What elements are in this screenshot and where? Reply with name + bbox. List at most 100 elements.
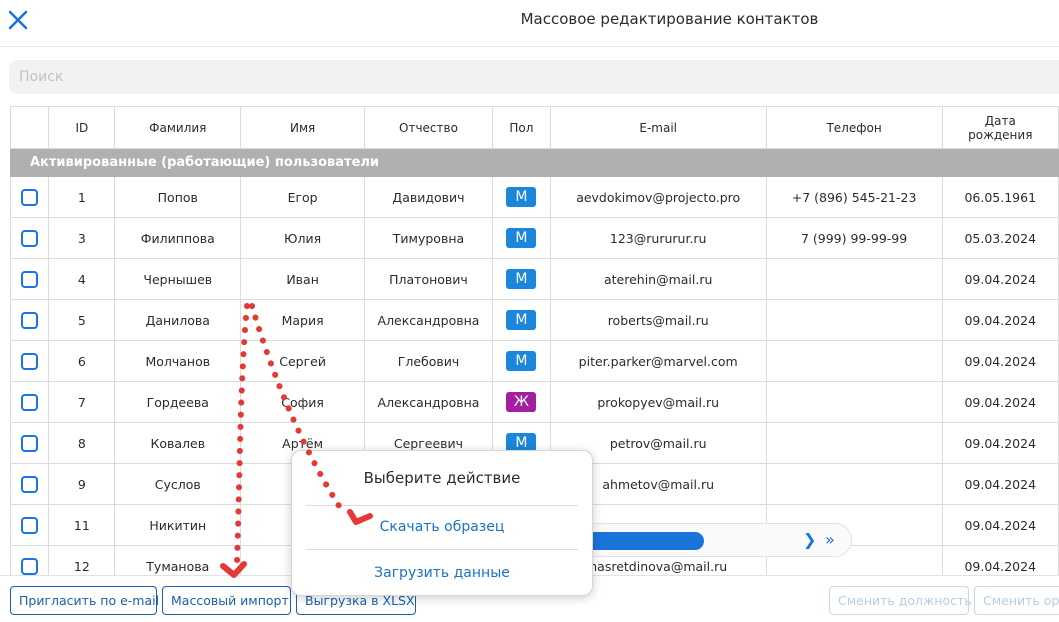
table-row[interactable]: 4 Чернышев Иван Платонович Мaterehin@mail.ru… xyxy=(9,258,1059,300)
mass-import-button[interactable]: Массовый импорт xyxy=(162,586,291,615)
column-header-select xyxy=(9,106,50,149)
row-checkbox[interactable] xyxy=(21,393,39,411)
row-checkbox[interactable] xyxy=(21,434,39,452)
birth-date-cell: 09.04.2024 xyxy=(941,463,1059,505)
table-row[interactable]: 1 Попов Егор Давидович Мaevdokimov@projecto.… xyxy=(9,176,1059,218)
row-select-cell xyxy=(9,217,50,259)
download-sample-link[interactable]: Скачать образец xyxy=(292,519,592,535)
header-divider xyxy=(0,46,1059,47)
column-header-last-name[interactable]: Фамилия xyxy=(114,106,242,149)
column-header-id[interactable]: ID xyxy=(48,106,116,149)
row-checkbox[interactable] xyxy=(21,475,39,493)
page-title: Массовое редактирование контактов xyxy=(520,10,819,28)
id-cell: 1 xyxy=(48,176,116,218)
row-checkbox[interactable] xyxy=(21,557,39,575)
last-name-cell: Филиппова xyxy=(114,217,242,259)
gender-badge: М xyxy=(506,351,537,371)
email-cell: aevdokimov@projecto.pro xyxy=(549,176,767,218)
gender-badge: М xyxy=(506,310,537,330)
phone-cell: 7 (999) 99-99-99 xyxy=(765,217,943,259)
chevron-right-icon[interactable]: ❯ xyxy=(803,530,816,549)
row-checkbox[interactable] xyxy=(21,229,39,247)
upload-data-link[interactable]: Загрузить данные xyxy=(292,565,592,581)
row-checkbox[interactable] xyxy=(21,516,39,534)
birth-date-cell: 09.04.2024 xyxy=(941,258,1059,300)
first-name-cell: Егор xyxy=(240,176,365,218)
row-checkbox[interactable] xyxy=(21,311,39,329)
row-select-cell xyxy=(9,258,50,300)
first-name-cell: Сергей xyxy=(240,340,365,382)
column-header-phone[interactable]: Телефон xyxy=(765,106,943,149)
invite-email-button[interactable]: Пригласить по e-mail xyxy=(10,586,159,615)
email-cell: roberts@mail.ru xyxy=(549,299,767,341)
row-checkbox[interactable] xyxy=(21,352,39,370)
action-popup: Выберите действие Скачать образец Загруз… xyxy=(291,450,593,596)
gender-cell: М xyxy=(491,340,551,382)
phone-cell xyxy=(765,422,943,464)
table-header-row: ID Фамилия Имя Отчество Пол E-mail Телеф… xyxy=(9,106,1059,149)
id-cell: 7 xyxy=(48,381,116,423)
id-cell: 9 xyxy=(48,463,116,505)
gender-cell: М xyxy=(491,299,551,341)
birth-date-cell: 05.03.2024 xyxy=(941,217,1059,259)
popup-divider xyxy=(306,505,578,506)
id-cell: 3 xyxy=(48,217,116,259)
id-cell: 11 xyxy=(48,504,116,546)
middle-name-cell: Александровна xyxy=(364,299,493,341)
phone-cell xyxy=(765,340,943,382)
column-header-first-name[interactable]: Имя xyxy=(240,106,365,149)
email-cell: piter.parker@marvel.com xyxy=(549,340,767,382)
last-name-cell: Данилова xyxy=(114,299,242,341)
gender-cell: М xyxy=(491,217,551,259)
id-cell: 6 xyxy=(48,340,116,382)
group-label: Активированные (работающие) пользователи xyxy=(10,148,1059,177)
table-row[interactable]: 6 Молчанов Сергей Глебович Мpiter.parker@mar… xyxy=(9,340,1059,382)
gender-badge: Ж xyxy=(506,392,537,412)
table-row[interactable]: 5 Данилова Мария Александровна Мroberts@mail… xyxy=(9,299,1059,341)
popup-title: Выберите действие xyxy=(363,469,521,487)
last-name-cell: Гордеева xyxy=(114,381,242,423)
search-input[interactable] xyxy=(9,60,1059,94)
middle-name-cell: Давидович xyxy=(364,176,493,218)
popup-divider xyxy=(306,549,578,550)
birth-date-cell: 09.04.2024 xyxy=(941,504,1059,546)
progress-pager: ❯ » xyxy=(560,523,852,557)
last-name-cell: Чернышев xyxy=(114,258,242,300)
change-position-button[interactable]: Сменить должность xyxy=(829,586,972,615)
gender-badge: М xyxy=(506,269,537,289)
phone-cell xyxy=(765,299,943,341)
double-chevron-right-icon[interactable]: » xyxy=(825,530,835,549)
last-name-cell: Молчанов xyxy=(114,340,242,382)
id-cell: 5 xyxy=(48,299,116,341)
birth-date-cell: 06.05.1961 xyxy=(941,176,1059,218)
row-select-cell xyxy=(9,340,50,382)
first-name-cell: Юлия xyxy=(240,217,365,259)
row-select-cell xyxy=(9,422,50,464)
group-row: Активированные (работающие) пользователи xyxy=(10,148,1059,177)
row-select-cell xyxy=(9,463,50,505)
column-header-email[interactable]: E-mail xyxy=(549,106,767,149)
column-header-middle-name[interactable]: Отчество xyxy=(364,106,493,149)
birth-date-cell: 09.04.2024 xyxy=(941,299,1059,341)
middle-name-cell: Платонович xyxy=(364,258,493,300)
middle-name-cell: Глебович xyxy=(364,340,493,382)
gender-cell: Ж xyxy=(491,381,551,423)
gender-badge: М xyxy=(506,187,537,207)
first-name-cell: София xyxy=(240,381,365,423)
row-checkbox[interactable] xyxy=(21,270,39,288)
last-name-cell: Попов xyxy=(114,176,242,218)
middle-name-cell: Александровна xyxy=(364,381,493,423)
column-header-gender[interactable]: Пол xyxy=(491,106,551,149)
last-name-cell: Суслов xyxy=(114,463,242,505)
gender-cell: М xyxy=(491,258,551,300)
id-cell: 8 xyxy=(48,422,116,464)
row-select-cell xyxy=(9,299,50,341)
email-cell: aterehin@mail.ru xyxy=(549,258,767,300)
row-checkbox[interactable] xyxy=(21,188,39,206)
table-row[interactable]: 7 Гордеева София Александровна Жprokopyev@ma… xyxy=(9,381,1059,423)
id-cell: 4 xyxy=(48,258,116,300)
column-header-birth-date[interactable]: Дата рождения xyxy=(941,106,1059,149)
change-org-button[interactable]: Сменить орг xyxy=(974,586,1059,615)
table-row[interactable]: 3 Филиппова Юлия Тимуровна М 123@rururur.ru 7 … xyxy=(9,217,1059,259)
gender-cell: М xyxy=(491,176,551,218)
